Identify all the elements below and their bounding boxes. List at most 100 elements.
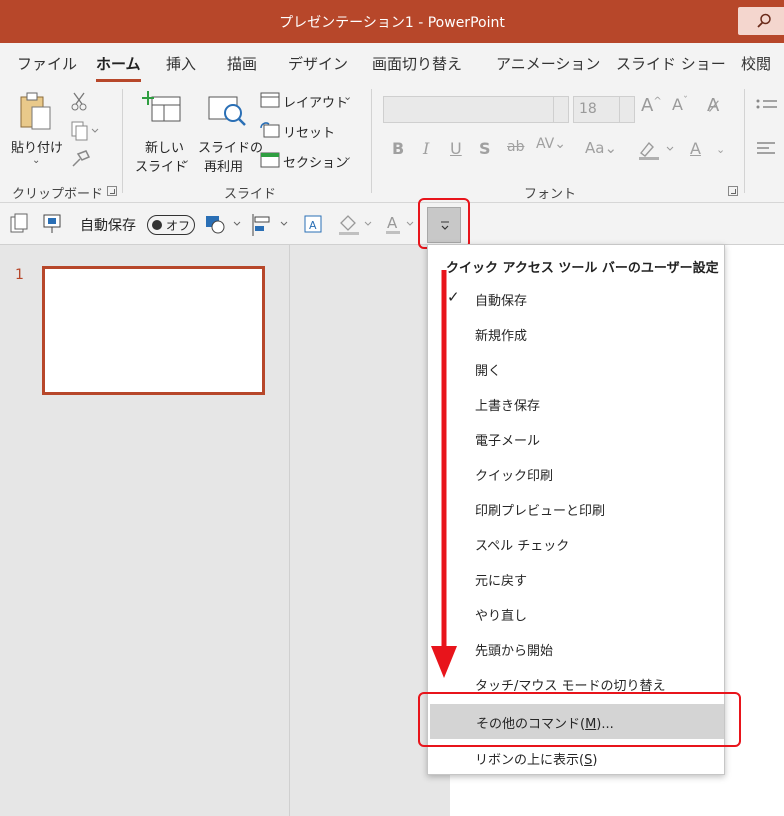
font-launcher-icon[interactable] [728, 186, 738, 196]
clipboard-launcher-icon[interactable] [107, 186, 117, 196]
menu-item-quick-print[interactable]: クイック印刷 [429, 456, 725, 491]
tab-transitions[interactable]: 画面切り替え [372, 53, 462, 74]
shapes-icon[interactable] [204, 213, 246, 235]
clear-formatting-icon[interactable]: A̷ [707, 95, 719, 116]
tab-animations[interactable]: アニメーション [496, 53, 600, 74]
toggle-knob [152, 220, 162, 230]
menu-item-spelling[interactable]: スペル チェック [429, 526, 725, 561]
section-icon [260, 152, 280, 168]
search-button[interactable] [738, 7, 784, 35]
shadow-icon[interactable]: S [479, 139, 491, 158]
tab-slideshow[interactable]: スライド ショー [616, 53, 726, 74]
group-separator [744, 89, 745, 193]
presentation-icon[interactable] [42, 213, 62, 235]
chevron-down-icon: ⌄ [32, 155, 41, 166]
menu-item-label: 新規作成 [475, 329, 528, 344]
change-case-icon[interactable]: Aa⌄ [585, 139, 617, 157]
chevron-down-icon: ⌄ [343, 90, 353, 103]
autosave-label: 自動保存 [80, 218, 136, 234]
reset-icon [260, 122, 280, 138]
menu-item-label: 先頭から開始 [475, 644, 554, 659]
highlighter-icon[interactable] [637, 139, 677, 161]
character-spacing-icon[interactable]: AV⌄ [536, 136, 566, 152]
strikethrough-icon[interactable]: ab [507, 139, 524, 155]
menu-item-label: 印刷プレビューと印刷 [475, 504, 606, 519]
slide-thumbnail-pane: 1 [0, 245, 290, 816]
reuse-slides-label-line2: 再利用 [204, 160, 244, 175]
layout-label: レイアウト [283, 96, 349, 111]
font-color-icon[interactable]: A [690, 139, 701, 158]
autosave-toggle[interactable]: オフ [147, 215, 195, 235]
menu-item-open[interactable]: 開く [429, 351, 725, 386]
new-slide-label-line2: スライド [135, 160, 188, 175]
chevron-down-icon: ⌄ [181, 153, 191, 166]
new-document-icon[interactable] [9, 213, 29, 235]
reset-label: リセット [283, 126, 336, 141]
chevron-down-icon[interactable] [553, 97, 568, 122]
ribbon-tabs: ファイル ホーム 挿入 描画 デザイン 画面切り替え アニメーション スライド … [0, 43, 784, 83]
chevron-down-icon[interactable] [619, 97, 634, 122]
align-icon[interactable] [251, 213, 293, 237]
search-icon [757, 13, 771, 28]
tab-design[interactable]: デザイン [288, 53, 348, 74]
tab-draw[interactable]: 描画 [227, 53, 257, 74]
menu-item-undo[interactable]: 元に戻す [429, 561, 725, 596]
menu-item-new[interactable]: 新規作成 [429, 316, 725, 351]
italic-icon[interactable]: I [423, 139, 429, 158]
format-painter-icon[interactable] [70, 149, 92, 169]
increase-font-icon[interactable]: A^ [641, 95, 662, 116]
underline-icon[interactable]: U [450, 139, 462, 158]
paste-icon [20, 92, 51, 130]
menu-item-email[interactable]: 電子メール [429, 421, 725, 456]
decrease-font-icon[interactable]: Aˇ [672, 95, 688, 114]
slide-thumbnail[interactable] [42, 266, 265, 395]
menu-item-save[interactable]: 上書き保存 [429, 386, 725, 421]
menu-item-start-from-beginning[interactable]: 先頭から開始 [429, 631, 725, 666]
menu-item-label: 開く [475, 364, 502, 379]
menu-item-print-preview[interactable]: 印刷プレビューと印刷 [429, 491, 725, 526]
text-box-icon[interactable]: A [303, 213, 323, 235]
bullets-icon[interactable] [755, 97, 779, 167]
menu-item-redo[interactable]: やり直し [429, 596, 725, 631]
new-slide-button[interactable]: 新しい スライド ⌄ [133, 89, 193, 175]
menu-item-autosave[interactable]: ✓ 自動保存 [429, 281, 725, 316]
menu-item-label: クイック印刷 [475, 469, 554, 484]
chevron-down-icon[interactable]: ⌄ [716, 143, 725, 156]
reuse-slides-icon [208, 96, 246, 126]
reset-button[interactable]: リセット [259, 120, 339, 142]
layout-button[interactable]: レイアウト ⌄ [259, 90, 359, 112]
section-label: セクション [283, 156, 349, 171]
section-button[interactable]: セクション ⌄ [259, 150, 359, 172]
font-name-combobox[interactable] [383, 96, 569, 123]
layout-icon [260, 92, 280, 108]
new-slide-icon [142, 91, 181, 122]
tab-home[interactable]: ホーム [96, 53, 141, 82]
group-separator [371, 89, 372, 193]
svg-text:A: A [309, 219, 317, 232]
menu-item-label: やり直し [475, 609, 528, 624]
slides-group-label: スライド [224, 187, 277, 202]
tab-review[interactable]: 校閲 [741, 53, 771, 74]
paste-label: 貼り付け [11, 141, 64, 156]
cut-icon[interactable] [70, 91, 88, 111]
bold-icon[interactable]: B [392, 139, 404, 158]
font-size-value: 18 [579, 101, 597, 117]
qat-font-color-icon[interactable]: A [385, 213, 421, 235]
tab-insert[interactable]: 挿入 [166, 53, 196, 74]
window-title: プレゼンテーション1 - PowerPoint [279, 15, 505, 31]
group-separator [122, 89, 123, 193]
menu-item-label: 自動保存 [475, 294, 528, 309]
ribbon: 貼り付け ⌄ クリップボード 新しい スライド ⌄ スライドの 再利用 レイアウ… [0, 83, 784, 203]
fill-color-icon[interactable] [337, 213, 377, 235]
paste-button[interactable]: 貼り付け ⌄ [8, 89, 64, 175]
show-above-suffix: ) [592, 753, 598, 768]
quick-access-toolbar: 自動保存 オフ A A [0, 203, 784, 245]
reuse-slides-button[interactable]: スライドの 再利用 [196, 89, 263, 175]
copy-icon[interactable] [70, 121, 100, 141]
tab-file[interactable]: ファイル [17, 53, 77, 74]
menu-item-label: スペル チェック [475, 539, 570, 554]
font-size-combobox[interactable]: 18 [573, 96, 635, 123]
menu-item-label: 上書き保存 [475, 399, 541, 414]
reuse-slides-label-line1: スライドの [198, 141, 264, 156]
annotation-arrow-icon [431, 270, 457, 678]
